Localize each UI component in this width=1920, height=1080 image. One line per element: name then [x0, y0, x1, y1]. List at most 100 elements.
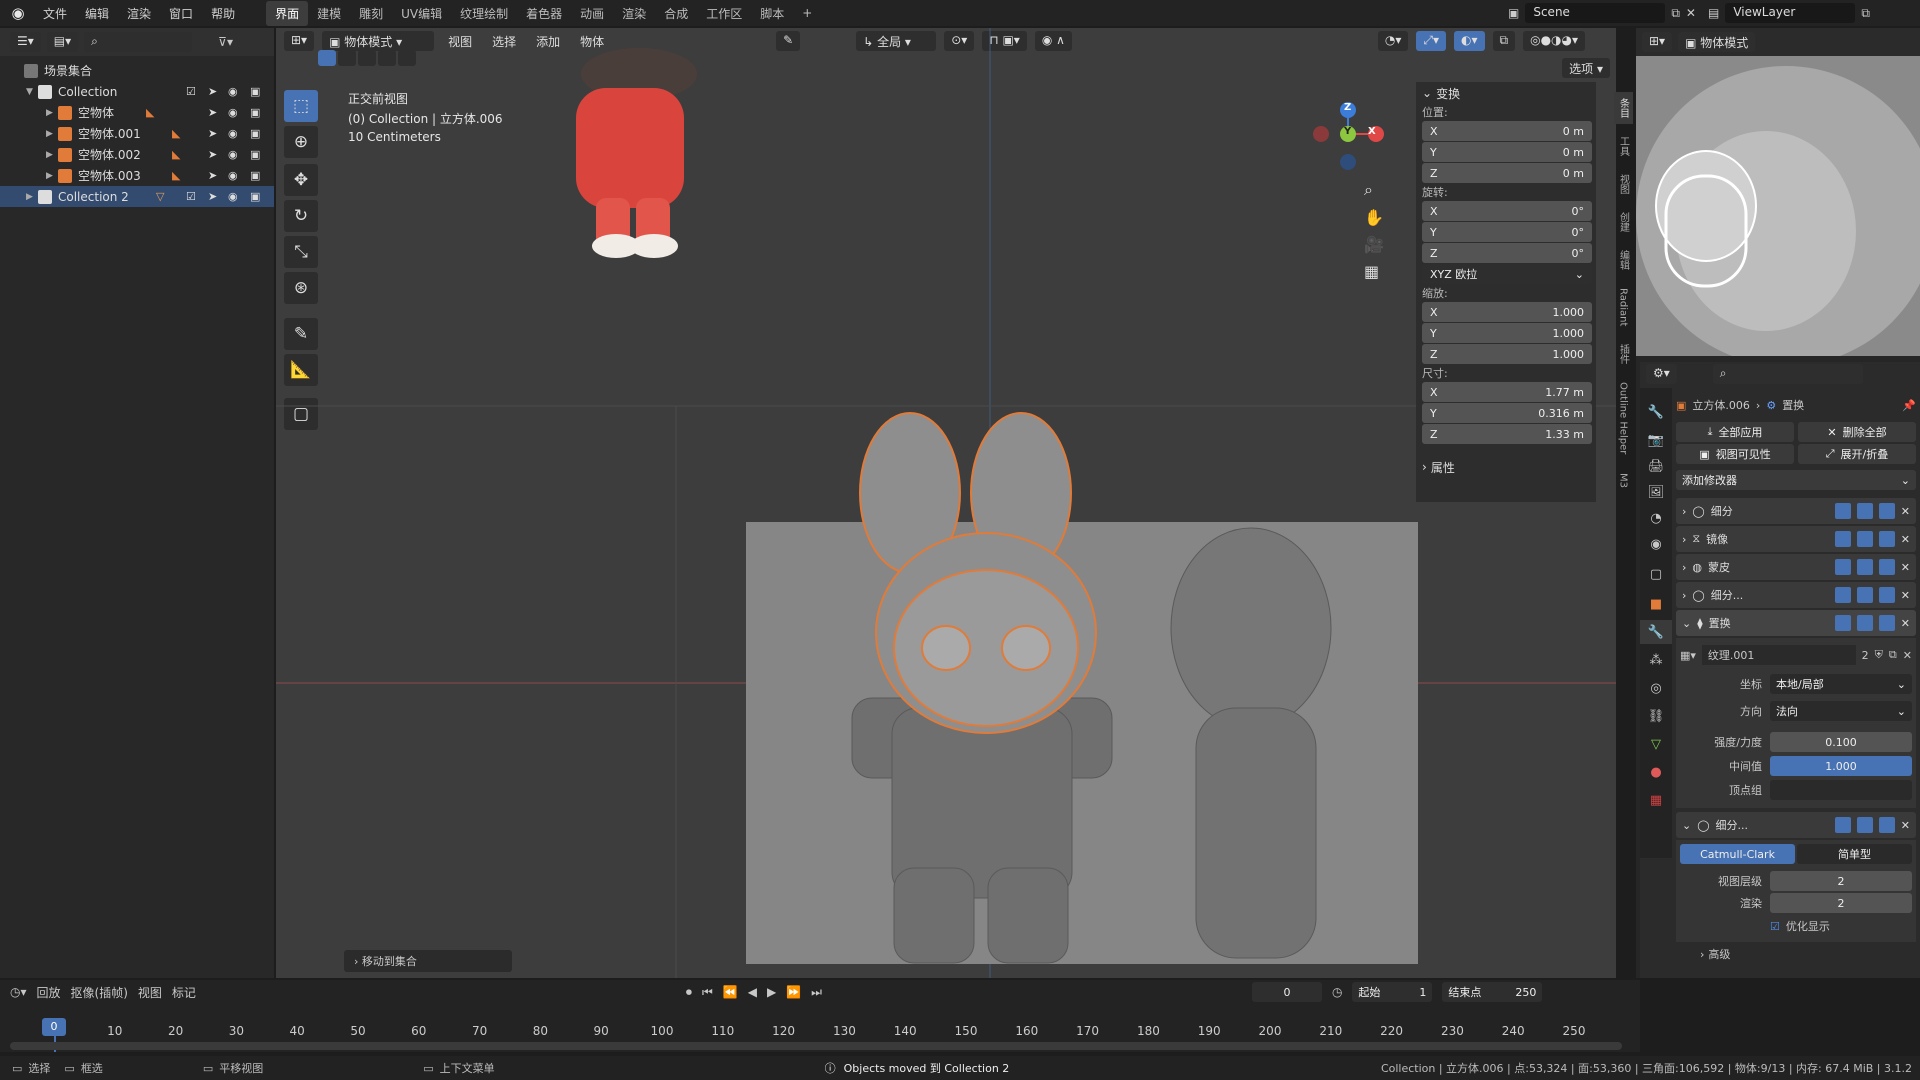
render-toggle[interactable] [1878, 587, 1895, 603]
filter-icon[interactable]: ⊽▾ [218, 35, 233, 49]
modifier-row-mirror[interactable]: › ⧖ 镜像 ✕ [1676, 526, 1916, 552]
gizmo-z-label[interactable]: Z [1344, 102, 1351, 113]
add-modifier-dropdown[interactable]: 添加修改器 ⌄ [1676, 470, 1916, 490]
sidebar-tab-tool[interactable]: 工具 [1614, 130, 1633, 162]
render-camera-icon[interactable]: ▣ [250, 190, 260, 203]
edit-mode-toggle[interactable] [1834, 587, 1851, 603]
rotation-x-field[interactable]: X 0° [1422, 201, 1592, 221]
render-camera-icon[interactable]: ▣ [250, 127, 260, 140]
modifier-row-subdivision-2[interactable]: › ◯ 细分... ✕ [1676, 582, 1916, 608]
blender-logo-icon[interactable]: ◉ [8, 3, 28, 23]
expand-collapse-button[interactable]: ⤢ 展开/折叠 [1798, 444, 1916, 464]
camera-view-icon[interactable]: 🎥 [1364, 235, 1384, 254]
selectable-icon[interactable]: ➤ [208, 85, 217, 98]
scene-selector[interactable]: Scene [1525, 3, 1666, 23]
outliner-item-empty-002[interactable]: ▶ 空物体.002 ◣ ➤ ◉ ▣ [0, 144, 274, 165]
sidebar-tab-item[interactable]: 条目 [1613, 92, 1633, 124]
workspace-tab-shading[interactable]: 着色器 [517, 1, 571, 26]
ortho-grid-icon[interactable]: ▦ [1364, 262, 1384, 281]
optimal-display-row[interactable]: ☑ 优化显示 [1680, 914, 1912, 938]
workspace-tab-scripting[interactable]: 脚本 [751, 1, 793, 26]
visibility-eye-icon[interactable]: ◉ [228, 106, 238, 119]
object-tab-icon[interactable]: ■ [1640, 592, 1672, 616]
expand-collection-icon[interactable]: ▼ [26, 87, 38, 97]
edit-mode-toggle[interactable] [1834, 615, 1851, 631]
render-levels-field[interactable]: 2 [1770, 893, 1912, 913]
dimension-z-field[interactable]: Z 1.33 m [1422, 424, 1592, 444]
editor-type-icon[interactable]: ⚙▾ [1646, 364, 1677, 384]
sidebar-tab-view[interactable]: 视图 [1614, 168, 1633, 200]
viewport-toggle[interactable] [1856, 559, 1873, 575]
coords-dropdown[interactable]: 本地/局部 ⌄ [1770, 674, 1912, 694]
constraints-tab-icon[interactable]: ⛓ [1640, 704, 1672, 728]
view-layer-selector[interactable]: ViewLayer [1725, 3, 1856, 23]
close-icon[interactable]: ✕ [1901, 589, 1910, 602]
outliner-item-empty-001[interactable]: ▶ 空物体.001 ◣ ➤ ◉ ▣ [0, 123, 274, 144]
dimension-x-field[interactable]: X 1.77 m [1422, 382, 1592, 402]
modifier-row-subdivision-3[interactable]: ⌄ ◯ 细分... ✕ [1676, 812, 1916, 838]
modifier-row-displace[interactable]: ⌄ ⧫ 置换 ✕ [1676, 610, 1916, 636]
editor-type-icon[interactable]: ⊞▾ [1642, 32, 1673, 52]
visibility-eye-icon[interactable]: ◉ [228, 190, 238, 203]
render-camera-icon[interactable]: ▣ [250, 85, 260, 98]
visibility-eye-icon[interactable]: ◉ [228, 169, 238, 182]
workspace-tab-layout[interactable]: 界面 [266, 0, 309, 26]
location-y-field[interactable]: Y 0 m [1422, 142, 1592, 162]
direction-dropdown[interactable]: 法向 ⌄ [1770, 701, 1912, 721]
delete-all-button[interactable]: ✕ 删除全部 [1798, 422, 1916, 442]
exclude-checkbox[interactable]: ☑ [186, 190, 196, 203]
workspace-tab-workspace[interactable]: 工作区 [697, 1, 751, 26]
scene-tab-icon[interactable]: ◔ [1640, 506, 1672, 530]
outliner-search-input[interactable]: ⌕ [84, 32, 193, 52]
data-tab-icon[interactable]: ▽ [1640, 732, 1672, 756]
selectable-icon[interactable]: ➤ [208, 106, 217, 119]
close-icon[interactable]: ✕ [1901, 617, 1910, 630]
sidebar-tab-create[interactable]: 创建 [1614, 206, 1633, 238]
menu-file[interactable]: 文件 [34, 5, 76, 22]
checkbox-icon[interactable]: ☑ [1770, 920, 1780, 933]
render-toggle[interactable] [1878, 615, 1895, 631]
mode-selector[interactable]: ▣ 物体模式 [1678, 32, 1756, 52]
selectable-icon[interactable]: ➤ [208, 127, 217, 140]
collection-2-row[interactable]: ▶ Collection 2 ▽ ☑ ➤ ◉ ▣ [0, 186, 274, 207]
expand-icon[interactable]: ▶ [46, 171, 58, 181]
menu-window[interactable]: 窗口 [160, 5, 202, 22]
modifier-row-skin[interactable]: › ◍ 蒙皮 ✕ [1676, 554, 1916, 580]
physics-tab-icon[interactable]: ◎ [1640, 676, 1672, 700]
collection-row[interactable]: ▼ Collection ☑ ➤ ◉ ▣ [0, 81, 274, 102]
render-tab-icon[interactable]: 📷 [1640, 428, 1672, 452]
edit-mode-toggle[interactable] [1834, 559, 1851, 575]
scale-x-field[interactable]: X 1.000 [1422, 302, 1592, 322]
editor-type-icon[interactable]: ☰▾ [10, 32, 41, 52]
render-camera-icon[interactable]: ▣ [250, 169, 260, 182]
visibility-eye-icon[interactable]: ◉ [228, 148, 238, 161]
workspace-tab-texture-paint[interactable]: 纹理绘制 [451, 1, 517, 26]
new-scene-icon[interactable]: ⧉ [1671, 6, 1680, 21]
properties-search-input[interactable]: ⌕ [1712, 364, 1863, 384]
display-mode-icon[interactable]: ▤▾ [46, 32, 79, 52]
fake-user-icon[interactable]: ⛨ [1875, 648, 1883, 662]
viewport-toggle[interactable] [1856, 587, 1873, 603]
close-icon[interactable]: ✕ [1901, 561, 1910, 574]
new-view-layer-icon[interactable]: ⧉ [1861, 6, 1870, 21]
levels-field[interactable]: 2 [1770, 871, 1912, 891]
simple-button[interactable]: 简单型 [1797, 844, 1912, 864]
menu-edit[interactable]: 编辑 [76, 5, 118, 22]
render-toggle[interactable] [1878, 531, 1895, 547]
sidebar-tab-outline-helper[interactable]: Outline Helper [1616, 376, 1631, 460]
workspace-tab-uv-editing[interactable]: UV编辑 [392, 1, 451, 26]
rotation-y-field[interactable]: Y 0° [1422, 222, 1592, 242]
render-camera-icon[interactable]: ▣ [250, 148, 260, 161]
transform-header[interactable]: ⌄ 变换 [1416, 82, 1596, 104]
tool-tab-icon[interactable]: 🔧 [1640, 400, 1672, 424]
gizmo-y-label[interactable]: Y [1344, 126, 1351, 137]
selectable-icon[interactable]: ➤ [208, 169, 217, 182]
workspace-tab-modeling[interactable]: 建模 [308, 1, 350, 26]
render-toggle[interactable] [1878, 817, 1895, 833]
secondary-viewport[interactable] [1636, 56, 1920, 356]
sidebar-tab-radiant[interactable]: Radiant [1616, 282, 1631, 332]
viewport-toggle[interactable] [1856, 531, 1873, 547]
add-workspace-button[interactable]: + [793, 2, 821, 24]
close-icon[interactable]: ✕ [1901, 533, 1910, 546]
properties-header[interactable]: › 属性 [1416, 452, 1596, 482]
